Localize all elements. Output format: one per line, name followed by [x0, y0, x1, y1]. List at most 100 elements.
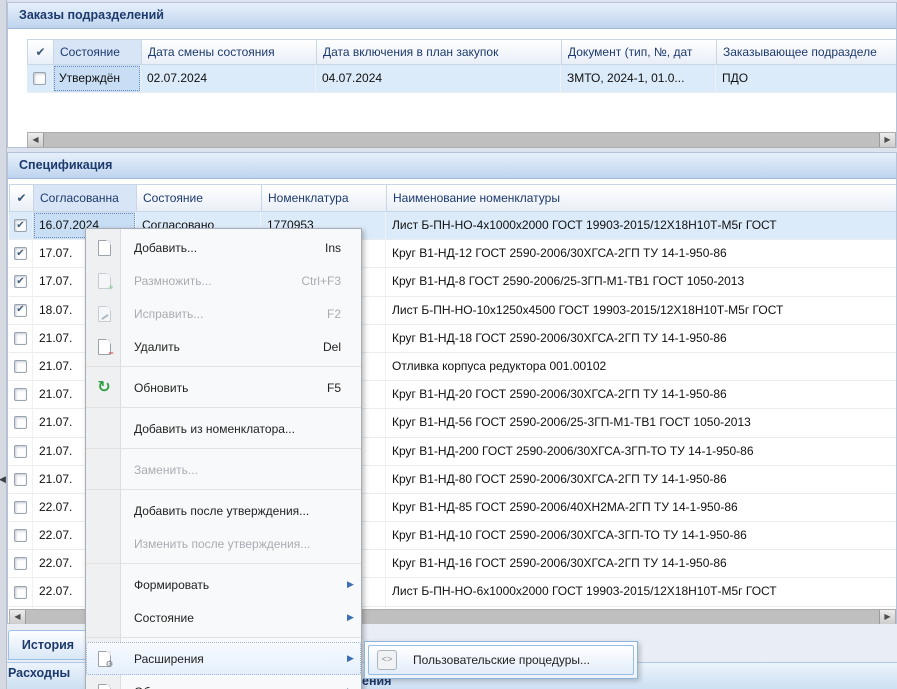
spec-name-cell[interactable]: Круг В1-НД-18 ГОСТ 2590-2006/30ХГСА-2ГП … — [386, 325, 896, 352]
menu-item-label: Изменить после утверждения... — [134, 537, 341, 551]
order-row-checkbox-cell — [27, 65, 53, 92]
spec-row-checkbox-cell — [9, 297, 33, 324]
menu-separator — [86, 563, 361, 564]
row-checkbox[interactable] — [14, 586, 27, 599]
spec-name-cell[interactable]: Круг В1-НД-85 ГОСТ 2590-2006/40ХН2МА-2ГП… — [386, 494, 896, 521]
spec-row-checkbox-cell — [9, 353, 33, 380]
menu-item-исправить-[interactable]: Исправить...F2 — [86, 297, 361, 330]
spec-name-cell[interactable]: Лист Б-ПН-НО-4х1000х2000 ГОСТ 19903-2015… — [386, 212, 896, 239]
column-header-state-change-date[interactable]: Дата смены состояния — [142, 40, 317, 64]
tab-history[interactable]: История — [8, 630, 88, 660]
delete-document-icon — [98, 339, 111, 355]
expenses-panel-title-fragment: Расходны — [8, 666, 70, 680]
column-header-agreed-date[interactable]: Согласованна — [34, 185, 137, 211]
row-checkbox[interactable] — [14, 360, 27, 373]
left-splitter[interactable]: ◀ — [0, 0, 7, 689]
column-header-state[interactable]: Состояние — [137, 185, 262, 211]
menu-item-label: Заменить... — [134, 463, 341, 477]
scroll-left-icon[interactable]: ◀ — [10, 610, 26, 624]
menu-item-формировать[interactable]: Формировать▶ — [86, 568, 361, 601]
row-checkbox[interactable] — [14, 275, 27, 288]
menu-item-добавить-из-номенклатора-[interactable]: Добавить из номенклатора... — [86, 412, 361, 445]
row-checkbox[interactable] — [14, 473, 27, 486]
scroll-right-icon[interactable]: ▶ — [879, 610, 895, 624]
menu-item-расширения[interactable]: Расширения▶ — [86, 642, 361, 675]
checkmark-icon: ✔ — [16, 191, 26, 205]
menu-item-добавить-[interactable]: Добавить...Ins — [86, 231, 361, 264]
select-all-column-header[interactable]: ✔ — [28, 40, 54, 64]
menu-item-обмен[interactable]: Обмен▶ — [86, 675, 361, 689]
menu-item-shortcut: Ctrl+F3 — [301, 274, 341, 288]
order-row[interactable]: Утверждён 02.07.2024 04.07.2024 ЗМТО, 20… — [27, 65, 896, 93]
select-all-column-header[interactable]: ✔ — [10, 185, 34, 211]
refresh-icon: ↻ — [90, 380, 118, 396]
column-header-state[interactable]: Состояние — [54, 40, 142, 64]
row-checkbox[interactable] — [14, 445, 27, 458]
orders-panel-title: Заказы подразделений — [8, 3, 896, 29]
spec-name-cell[interactable]: Круг В1-НД-80 ГОСТ 2590-2006/30ХГСА-2ГП … — [386, 466, 896, 493]
spec-row-checkbox-cell — [9, 522, 33, 549]
column-header-nomenclature-name[interactable]: Наименование номенклатуры — [387, 185, 896, 211]
menu-item-заменить-[interactable]: Заменить... — [86, 453, 361, 486]
collapse-left-icon[interactable]: ◀ — [0, 474, 6, 485]
add-document-icon — [90, 240, 118, 256]
row-checkbox[interactable] — [14, 332, 27, 345]
menu-item-добавить-после-утверждения-[interactable]: Добавить после утверждения... — [86, 494, 361, 527]
spec-name-cell[interactable]: Круг В1-НД-56 ГОСТ 2590-2006/25-3ГП-М1-Т… — [386, 409, 896, 436]
submenu-arrow-icon: ▶ — [347, 612, 361, 623]
spec-name-cell[interactable]: Круг В1-НД-200 ГОСТ 2590-2006/30ХГСА-3ГП… — [386, 438, 896, 465]
spec-name-cell[interactable]: Круг В1-НД-8 ГОСТ 2590-2006/25-3ГП-М1-ТВ… — [386, 268, 896, 295]
menu-item-состояние[interactable]: Состояние ▶ — [86, 601, 361, 634]
menu-separator — [86, 407, 361, 408]
row-checkbox[interactable] — [14, 247, 27, 260]
row-checkbox[interactable] — [33, 72, 46, 85]
scroll-left-icon[interactable]: ◀ — [28, 133, 44, 147]
spec-name-cell[interactable]: Круг В1-НД-12 ГОСТ 2590-2006/30ХГСА-2ГП … — [386, 240, 896, 267]
add-document-icon — [98, 240, 111, 256]
menu-item-изменить-после-утверждения-[interactable]: Изменить после утверждения... — [86, 527, 361, 560]
spec-row-checkbox-cell — [9, 268, 33, 295]
row-checkbox[interactable] — [14, 416, 27, 429]
menu-separator — [86, 448, 361, 449]
order-document-cell[interactable]: ЗМТО, 2024-1, 01.0... — [561, 65, 716, 92]
column-header-document[interactable]: Документ (тип, №, дат — [562, 40, 717, 64]
order-department-cell[interactable]: ПДО — [716, 65, 896, 92]
menu-item-label: Состояние — [134, 611, 341, 625]
spec-row-checkbox-cell — [9, 494, 33, 521]
column-header-nomenclature[interactable]: Номенклатура — [262, 185, 387, 211]
row-checkbox[interactable] — [14, 304, 27, 317]
spec-row-checkbox-cell — [9, 466, 33, 493]
duplicate-document-icon — [90, 273, 118, 289]
column-header-plan-date[interactable]: Дата включения в план закупок — [317, 40, 562, 64]
order-state-change-date-cell[interactable]: 02.07.2024 — [141, 65, 316, 92]
order-plan-date-cell[interactable]: 04.07.2024 — [316, 65, 561, 92]
menu-item-удалить[interactable]: УдалитьDel — [86, 330, 361, 363]
spec-name-cell[interactable]: Отливка корпуса редуктора 001.00102 — [386, 353, 896, 380]
row-checkbox[interactable] — [14, 501, 27, 514]
extensions-document-icon — [98, 651, 111, 667]
spec-name-cell[interactable]: Круг В1-НД-20 ГОСТ 2590-2006/30ХГСА-2ГП … — [386, 381, 896, 408]
menu-item-label: Пользовательские процедуры... — [413, 653, 590, 667]
spec-name-cell[interactable]: Лист Б-ПН-НО-6х1000х2000 ГОСТ 19903-2015… — [386, 578, 896, 605]
row-checkbox[interactable] — [14, 557, 27, 570]
edit-document-icon — [90, 306, 118, 322]
menu-item-обновить[interactable]: ↻ОбновитьF5 — [86, 371, 361, 404]
orders-horizontal-scrollbar[interactable]: ◀ ▶ — [27, 132, 896, 148]
spec-row-checkbox-cell — [9, 578, 33, 605]
order-state-cell[interactable]: Утверждён — [53, 65, 141, 92]
row-checkbox[interactable] — [14, 529, 27, 542]
menu-item-label: Добавить после утверждения... — [134, 504, 341, 518]
spec-name-cell[interactable]: Круг В1-НД-10 ГОСТ 2590-2006/30ХГСА-3ГП-… — [386, 522, 896, 549]
menu-item-размножить-[interactable]: Размножить...Ctrl+F3 — [86, 264, 361, 297]
column-header-department[interactable]: Заказывающее подразделе — [717, 40, 896, 64]
submenu-arrow-icon: ▶ — [347, 579, 361, 590]
app-window: ◀ Заказы подразделений ✔ Состояние Дата … — [0, 0, 897, 689]
row-checkbox[interactable] — [14, 388, 27, 401]
row-checkbox[interactable] — [14, 219, 27, 232]
scroll-right-icon[interactable]: ▶ — [879, 133, 895, 147]
spec-name-cell[interactable]: Лист Б-ПН-НО-10х1250х4500 ГОСТ 19903-201… — [386, 297, 896, 324]
spec-row-checkbox-cell — [9, 381, 33, 408]
spec-name-cell[interactable]: Круг В1-НД-16 ГОСТ 2590-2006/30ХГСА-2ГП … — [386, 550, 896, 577]
spec-table-header: ✔ Согласованна Состояние Номенклатура На… — [9, 184, 896, 212]
menu-item-user-procedures[interactable]: <> Пользовательские процедуры... — [368, 645, 634, 675]
